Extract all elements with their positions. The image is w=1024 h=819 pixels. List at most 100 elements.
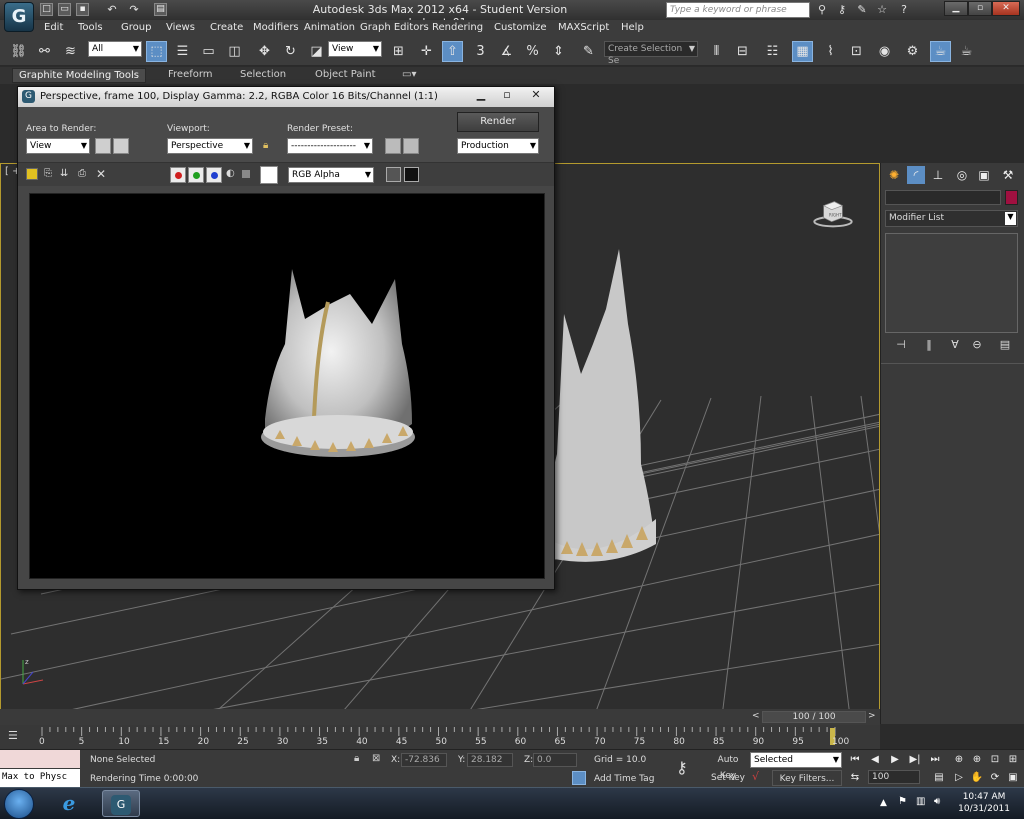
render-production-icon[interactable]: ☕: [956, 41, 977, 62]
copy-image-icon[interactable]: ⎘: [44, 168, 52, 179]
render-setup-icon[interactable]: ⚙: [902, 41, 923, 62]
time-configuration-icon[interactable]: ▤: [932, 771, 946, 785]
go-to-end-icon[interactable]: ⏭: [928, 753, 942, 767]
print-image-icon[interactable]: ⎙: [78, 168, 86, 179]
star-icon[interactable]: ☆: [874, 3, 890, 17]
menu-edit[interactable]: Edit: [44, 22, 63, 33]
key-tangent-icon[interactable]: √: [752, 770, 759, 783]
material-editor-icon[interactable]: ◉: [874, 41, 895, 62]
show-hidden-icons-icon[interactable]: ▲: [880, 798, 887, 808]
red-channel-toggle[interactable]: [170, 167, 186, 183]
rectangular-selection-icon[interactable]: ▭: [198, 41, 219, 62]
key-mode-toggle-icon[interactable]: ⇆: [848, 771, 862, 785]
select-object-icon[interactable]: ⬚: [146, 41, 167, 62]
motion-tab-icon[interactable]: ◎: [953, 166, 971, 184]
set-key-button[interactable]: Set Key: [708, 770, 748, 786]
binoculars-icon[interactable]: ⚲: [814, 3, 830, 17]
play-icon[interactable]: ▶: [888, 753, 902, 767]
lock-icon[interactable]: 🔒︎: [263, 140, 268, 151]
selection-lock-icon[interactable]: 🔒︎: [354, 753, 359, 764]
project-folder-icon[interactable]: ▤: [154, 3, 167, 16]
clear-icon[interactable]: ✕: [96, 167, 106, 181]
key-icon[interactable]: ⚷: [834, 3, 850, 17]
tab-object-paint[interactable]: Object Paint: [315, 69, 376, 80]
zoom-extents-all-icon[interactable]: ⊞: [1006, 753, 1020, 767]
alpha-channel-icon[interactable]: ◐: [226, 168, 235, 179]
utilities-tab-icon[interactable]: ⚒: [999, 166, 1017, 184]
percent-snap-icon[interactable]: %: [522, 41, 543, 62]
snap-toggle-icon[interactable]: 3: [470, 41, 491, 62]
app-logo-icon[interactable]: G: [4, 2, 34, 32]
tools-icon[interactable]: ✎: [854, 3, 870, 17]
menu-maxscript[interactable]: MAXScript: [558, 22, 609, 33]
modifier-list-dropdown[interactable]: Modifier List ▼: [885, 210, 1018, 227]
next-frame-icon[interactable]: ▶|: [908, 753, 922, 767]
toggle-ui-icon[interactable]: [404, 167, 419, 182]
edit-region-icon[interactable]: [95, 138, 111, 154]
render-preset-dropdown[interactable]: -------------------- ▼: [287, 138, 373, 154]
menu-create[interactable]: Create: [210, 22, 243, 33]
x-coord-field[interactable]: -72.836: [401, 753, 447, 767]
internet-explorer-icon[interactable]: e: [50, 790, 88, 817]
start-button[interactable]: [4, 789, 34, 819]
prev-frame-icon[interactable]: <: [752, 711, 760, 721]
maxscript-mini-listener[interactable]: Max to Physc: [0, 769, 80, 787]
menu-customize[interactable]: Customize: [494, 22, 547, 33]
volume-icon[interactable]: 🔊︎: [934, 796, 940, 807]
auto-region-icon[interactable]: [113, 138, 129, 154]
mirror-icon[interactable]: ⫴: [706, 41, 727, 62]
rotate-icon[interactable]: ↻: [280, 41, 301, 62]
maximize-viewport-icon[interactable]: ▣: [1006, 771, 1020, 785]
spinner-snap-icon[interactable]: ⇕: [548, 41, 569, 62]
zoom-all-icon[interactable]: ⊕: [970, 753, 984, 767]
angle-snap-icon[interactable]: ∡: [496, 41, 517, 62]
clone-window-icon[interactable]: ⇊: [60, 168, 68, 179]
close-button[interactable]: ✕: [992, 1, 1020, 16]
maxscript-listener-pink[interactable]: [0, 750, 80, 768]
select-and-link-icon[interactable]: ⛓: [8, 41, 29, 62]
remove-modifier-icon[interactable]: ⊖: [969, 338, 985, 354]
scale-icon[interactable]: ◪: [306, 41, 327, 62]
rendered-frame-window-icon[interactable]: ☕: [930, 41, 951, 62]
y-coord-field[interactable]: 28.182: [467, 753, 513, 767]
field-of-view-icon[interactable]: ▷: [952, 771, 966, 785]
menu-tools[interactable]: Tools: [78, 22, 103, 33]
menu-views[interactable]: Views: [166, 22, 195, 33]
area-to-render-dropdown[interactable]: View ▼: [26, 138, 90, 154]
menu-rendering[interactable]: Rendering: [432, 22, 483, 33]
object-color-swatch[interactable]: [1005, 190, 1018, 205]
go-to-start-icon[interactable]: ⏮: [848, 753, 862, 767]
blue-channel-toggle[interactable]: [206, 167, 222, 183]
display-channel-dropdown[interactable]: RGB Alpha ▼: [288, 167, 374, 183]
graphite-modeling-toggle-icon[interactable]: ▦: [792, 41, 813, 62]
production-dropdown[interactable]: Production ▼: [457, 138, 539, 154]
named-selection-dropdown[interactable]: Create Selection Se ▼: [604, 41, 698, 66]
undo-icon[interactable]: ↶: [104, 3, 120, 17]
absolute-mode-icon[interactable]: ⊠: [372, 753, 380, 764]
toggle-ui-overlay-icon[interactable]: [386, 167, 401, 182]
layer-manager-icon[interactable]: ☷: [762, 41, 783, 62]
search-input[interactable]: Type a keyword or phrase: [666, 2, 810, 18]
move-icon[interactable]: ✥: [254, 41, 275, 62]
curve-editor-icon[interactable]: ⌇: [820, 41, 841, 62]
z-coord-field[interactable]: 0.0: [533, 753, 577, 767]
viewport-dropdown[interactable]: Perspective ▼: [167, 138, 253, 154]
help-icon[interactable]: ?: [896, 3, 912, 17]
select-manipulate-icon[interactable]: ✛: [416, 41, 437, 62]
make-unique-icon[interactable]: ∀: [947, 338, 963, 354]
menu-group[interactable]: Group: [121, 22, 151, 33]
viewcube[interactable]: RIGHT: [813, 194, 853, 232]
render-button[interactable]: Render: [457, 112, 539, 132]
green-channel-toggle[interactable]: [188, 167, 204, 183]
pin-stack-icon[interactable]: ⊣: [893, 338, 909, 354]
zoom-icon[interactable]: ⊕: [952, 753, 966, 767]
show-end-result-icon[interactable]: ‖: [921, 338, 937, 354]
auto-key-button[interactable]: Auto Key: [708, 752, 748, 781]
action-center-flag-icon[interactable]: ⚑: [898, 796, 907, 807]
helmet-model[interactable]: [550, 249, 656, 562]
menu-help[interactable]: Help: [621, 22, 644, 33]
hierarchy-tab-icon[interactable]: ⊥: [929, 166, 947, 184]
time-slider-handle[interactable]: 100 / 100: [762, 711, 866, 723]
bind-space-warp-icon[interactable]: ≋: [60, 41, 81, 62]
modify-tab-icon[interactable]: ◜: [907, 166, 925, 184]
